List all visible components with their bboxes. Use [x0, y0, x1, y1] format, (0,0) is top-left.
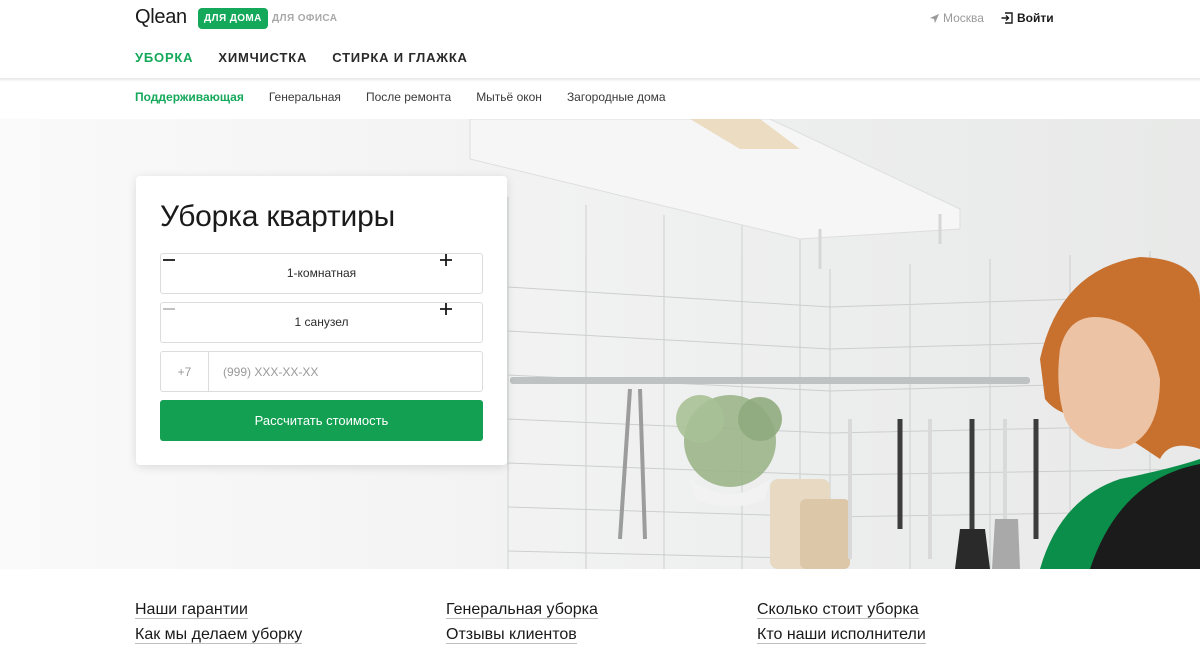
- nav-laundry[interactable]: СТИРКА И ГЛАЖКА: [332, 50, 468, 65]
- bathrooms-stepper: 1 санузел: [160, 302, 483, 343]
- segment-home-button[interactable]: ДЛЯ ДОМА: [198, 8, 268, 29]
- link-cleaning-price[interactable]: Сколько стоит уборка: [757, 601, 919, 619]
- rooms-stepper: 1-комнатная: [160, 253, 483, 294]
- card-title: Уборка квартиры: [160, 200, 395, 233]
- subnav-after-renovation[interactable]: После ремонта: [366, 90, 451, 104]
- bathrooms-value: 1 санузел: [294, 315, 349, 329]
- logo[interactable]: Qlean: [135, 6, 187, 29]
- city-label: Москва: [943, 11, 984, 25]
- info-links: Наши гарантии Генеральная уборка Сколько…: [135, 601, 1068, 644]
- subnav-maintenance[interactable]: Поддерживающая: [135, 90, 244, 104]
- phone-field: +7: [160, 351, 483, 392]
- link-cleaners[interactable]: Кто наши исполнители: [757, 626, 926, 644]
- link-how-we-clean[interactable]: Как мы делаем уборку: [135, 626, 303, 644]
- login-icon: [1001, 12, 1013, 24]
- link-reviews[interactable]: Отзывы клиентов: [446, 626, 577, 644]
- subnav-windows[interactable]: Мытьё окон: [476, 90, 542, 104]
- nav-cleaning[interactable]: УБОРКА: [135, 50, 193, 65]
- link-guarantees[interactable]: Наши гарантии: [135, 601, 248, 619]
- subnav-general[interactable]: Генеральная: [269, 90, 341, 104]
- login-button[interactable]: Войти: [1001, 11, 1054, 25]
- city-selector[interactable]: Москва: [929, 11, 984, 25]
- phone-prefix: +7: [161, 352, 209, 391]
- header-divider: [0, 78, 1200, 82]
- location-arrow-icon: [929, 13, 940, 23]
- rooms-value: 1-комнатная: [286, 266, 357, 280]
- subnav-country-houses[interactable]: Загородные дома: [567, 90, 666, 104]
- minus-icon: [163, 259, 175, 261]
- minus-icon: [163, 308, 175, 310]
- utensil-rail: [510, 377, 1030, 384]
- sub-nav: Поддерживающая Генеральная После ремонта…: [135, 90, 666, 104]
- header: Qlean ДЛЯ ДОМА ДЛЯ ОФИСА Москва Войти УБ…: [0, 0, 1200, 78]
- segment-office-button[interactable]: ДЛЯ ОФИСА: [272, 13, 337, 24]
- booking-card: Уборка квартиры 1-комнатная 1 санузел +7…: [136, 176, 507, 465]
- hero-banner: Уборка квартиры 1-комнатная 1 санузел +7…: [0, 119, 1200, 569]
- main-nav: УБОРКА ХИМЧИСТКА СТИРКА И ГЛАЖКА: [135, 50, 468, 65]
- plus-icon: [440, 303, 452, 315]
- bathrooms-plus-button[interactable]: [440, 303, 480, 342]
- plus-icon: [440, 254, 452, 266]
- phone-input[interactable]: [209, 352, 482, 391]
- rooms-plus-button[interactable]: [440, 254, 480, 293]
- calculate-price-button[interactable]: Рассчитать стоимость: [160, 400, 483, 441]
- nav-dry-cleaning[interactable]: ХИМЧИСТКА: [218, 50, 307, 65]
- shelf: [469, 119, 961, 240]
- login-label: Войти: [1017, 11, 1054, 25]
- link-general-cleaning[interactable]: Генеральная уборка: [446, 601, 598, 619]
